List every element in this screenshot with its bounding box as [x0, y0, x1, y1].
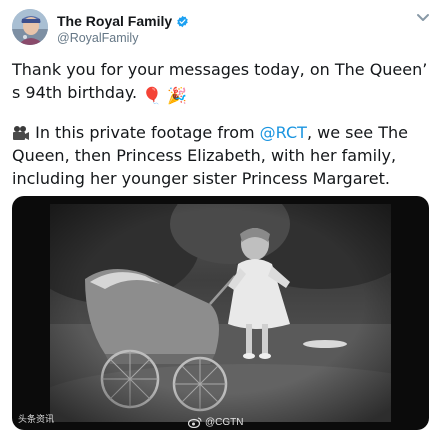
avatar-image: [12, 9, 48, 45]
account-names: The Royal Family @RoyalFamily: [57, 12, 357, 45]
weibo-logo-icon: [188, 417, 202, 428]
watermark-right-text: @CGTN: [205, 417, 244, 428]
film-camera-icon: [13, 126, 29, 140]
party-popper-icon: 🎉: [167, 86, 188, 105]
tweet-paragraph-1-text: Thank you for your messages today, on Th…: [12, 60, 428, 102]
avatar[interactable]: [12, 9, 48, 45]
watermark-left: 头条资讯: [18, 414, 55, 424]
balloon-icon: 🎈: [142, 86, 163, 105]
watermark-right: @CGTN: [188, 417, 243, 428]
tweet-paragraph-2-lead: In this private footage from: [35, 123, 260, 142]
account-handle[interactable]: @RoyalFamily: [57, 31, 357, 45]
verified-badge-icon: [177, 15, 188, 27]
display-name[interactable]: The Royal Family: [57, 13, 172, 29]
video-frame: [50, 204, 391, 422]
video-player[interactable]: 头条资讯 @CGTN: [12, 196, 429, 430]
tweet-header: The Royal Family @RoyalFamily: [12, 9, 432, 49]
tweet-paragraph-2: In this private footage from @RCT, we se…: [12, 121, 434, 190]
video-still-image: [50, 204, 391, 422]
rct-mention-link[interactable]: @RCT: [260, 123, 307, 142]
tweet-paragraph-1: Thank you for your messages today, on Th…: [12, 58, 434, 107]
chevron-down-icon[interactable]: [416, 13, 430, 23]
tweet-text: Thank you for your messages today, on Th…: [12, 58, 434, 190]
